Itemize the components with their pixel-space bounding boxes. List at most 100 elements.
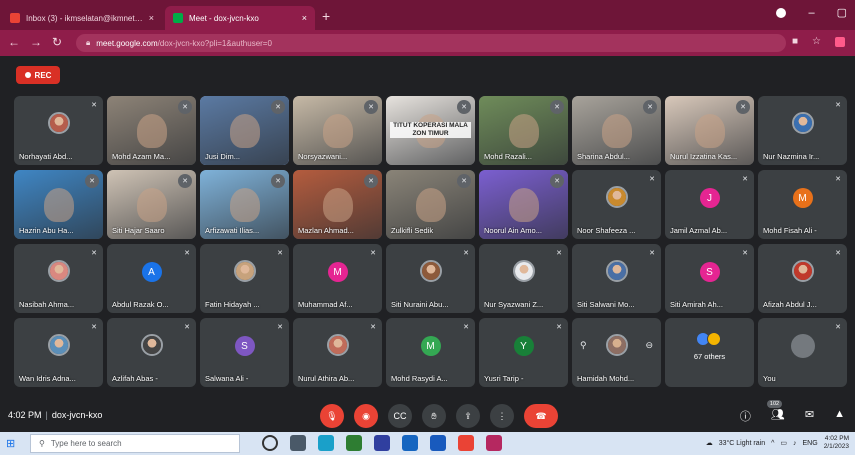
minimize-icon[interactable]: – [808, 7, 814, 19]
people-button[interactable]: 102 👥︎ [766, 400, 785, 424]
participant-tile[interactable]: ⚲ ⊖ Hamidah Mohd... [572, 318, 661, 387]
store-icon[interactable] [374, 435, 390, 451]
close-icon[interactable]: × [302, 13, 307, 23]
mic-muted-icon: ✕ [742, 250, 748, 257]
participant-tile[interactable]: ✕ Noorul Ain Amo... [479, 170, 568, 239]
chrome-icon[interactable] [458, 435, 474, 451]
participant-name: Mohd Fisah Ali - [763, 226, 817, 235]
participant-tile[interactable]: M ✕ Mohd Fisah Ali - [758, 170, 847, 239]
url-field[interactable]: 🔒︎ meet.google.com/dox-jvcn-kxo?pli=1&au… [76, 34, 786, 52]
profile-icon[interactable] [776, 7, 787, 18]
participant-tile[interactable]: J ✕ Jamil Azmal Ab... [665, 170, 754, 239]
record-dot-icon [24, 72, 31, 78]
participant-name: Zulkifli Sedik [391, 226, 434, 235]
mic-muted-icon: ✕ [463, 250, 469, 257]
participant-tile[interactable]: ✕ You [758, 318, 847, 387]
close-icon[interactable]: × [149, 13, 154, 23]
lock-icon: 🔒︎ [86, 38, 91, 47]
participant-tile[interactable]: ✕ Mohd Razali... [479, 96, 568, 165]
pin-icon[interactable]: ⚲ [580, 340, 587, 351]
captions-button[interactable]: CC [388, 404, 412, 428]
edge-icon[interactable] [318, 435, 334, 451]
participant-tile[interactable]: ✕ Nurul Izzatina Kas... [665, 96, 754, 165]
new-tab-button[interactable]: + [322, 8, 330, 24]
star-icon[interactable]: ☆ [812, 36, 821, 47]
participant-tile[interactable]: Y ✕ Yusri Tarip - [479, 318, 568, 387]
participant-tile[interactable]: ✕ Noor Shafeeza ... [572, 170, 661, 239]
participant-tile[interactable]: ✕ Zulkifli Sedik [386, 170, 475, 239]
participant-tile[interactable]: ✕ Norsyazwani... [293, 96, 382, 165]
maximize-icon[interactable]: ▢ [837, 6, 847, 19]
participant-tile[interactable]: ✕ Afizah Abdul J... [758, 244, 847, 313]
mic-muted-icon: ✕ [178, 100, 192, 114]
participant-tile[interactable]: S ✕ Salwana Ali - [200, 318, 289, 387]
participant-tile[interactable]: ✕ Jusi Dim... [200, 96, 289, 165]
search-placeholder: Type here to search [50, 439, 122, 448]
clock[interactable]: 4:02 PM 2/1/2023 [824, 435, 849, 451]
forward-icon[interactable]: → [30, 35, 42, 49]
participant-tile[interactable]: ✕ Siti Nuraini Abu... [386, 244, 475, 313]
language-indicator[interactable]: ENG [803, 440, 818, 447]
participant-tile[interactable]: ✕ Wan Idris Adna... [14, 318, 103, 387]
mic-muted-icon: ✕ [370, 324, 376, 331]
camera-off-button[interactable]: ◉ [354, 404, 378, 428]
participant-tile[interactable]: ✕ Sharina Abdul... [572, 96, 661, 165]
participant-face [43, 188, 74, 222]
leave-call-button[interactable]: ☎︎ [524, 404, 558, 428]
participant-tile[interactable]: ✕ Nurul Athira Ab... [293, 318, 382, 387]
tab-meet[interactable]: Meet - dox-jvcn-kxo × [165, 6, 315, 30]
avatar: J [699, 188, 720, 208]
participant-name: Jusi Dim... [205, 152, 241, 161]
participant-tile[interactable]: ✕ Mohd Azam Ma... [107, 96, 196, 165]
participant-tile[interactable]: 67 others [665, 318, 754, 387]
info-icon[interactable]: ⓘ [740, 408, 751, 424]
extension-icon[interactable] [835, 36, 845, 47]
network-icon[interactable]: ▭ [780, 439, 787, 447]
participant-tile[interactable]: ✕ Fatin Hidayah ... [200, 244, 289, 313]
participant-tile[interactable]: ✕ Siti Salwani Mo... [572, 244, 661, 313]
present-button[interactable]: ⇪ [456, 404, 480, 428]
participant-tile[interactable]: ✕ Hazrin Abu Ha... [14, 170, 103, 239]
reload-icon[interactable]: ↻ [52, 35, 62, 49]
word-icon[interactable] [430, 435, 446, 451]
participant-tile[interactable]: ✕ Siti Hajar Saaro [107, 170, 196, 239]
tab-inbox[interactable]: Inbox (3) - ikmselatan@ikmnet.ed... × [2, 6, 162, 30]
activities-icon[interactable]: ▲ [834, 408, 845, 424]
camera-icon[interactable]: ■ [792, 36, 798, 47]
avatar: M [792, 188, 813, 208]
volume-icon[interactable]: ♪ [793, 440, 797, 447]
chat-icon[interactable]: ✉︎ [805, 408, 814, 424]
more-options-button[interactable]: ⋮ [490, 404, 514, 428]
participant-name: Siti Hajar Saaro [112, 226, 165, 235]
raise-hand-button[interactable]: ✋︎ [422, 404, 446, 428]
cortana-icon[interactable] [262, 435, 278, 451]
back-icon[interactable]: ← [8, 35, 20, 49]
avatar [419, 260, 442, 282]
participant-name: Siti Amirah Ah... [670, 300, 723, 309]
windows-start-icon[interactable]: ⊞ [6, 437, 15, 450]
avatar [512, 260, 535, 282]
participant-tile[interactable]: M ✕ Muhammad Af... [293, 244, 382, 313]
participant-tile[interactable]: TITUT KOPERASI MALA ZON TIMUR ✕ [386, 96, 475, 165]
task-view-icon[interactable] [290, 435, 306, 451]
participant-tile[interactable]: ✕ Arfizawati Ilias... [200, 170, 289, 239]
participant-tile[interactable]: ✕ Nur Nazmina Ir... [758, 96, 847, 165]
chrome-profile-icon[interactable] [486, 435, 502, 451]
chevron-up-icon[interactable]: ^ [771, 440, 774, 447]
participant-tile[interactable]: M ✕ Mohd Rasydi A... [386, 318, 475, 387]
participant-tile[interactable]: ✕ Norhayati Abd... [14, 96, 103, 165]
participant-tile[interactable]: A ✕ Abdul Razak O... [107, 244, 196, 313]
avatar: M [327, 262, 348, 282]
more-icon[interactable]: ⊖ [645, 340, 653, 351]
participant-tile[interactable]: ✕ Mazlan Ahmad... [293, 170, 382, 239]
participant-tile[interactable]: S ✕ Siti Amirah Ah... [665, 244, 754, 313]
mic-off-button[interactable]: 🎙︎ [320, 404, 344, 428]
participant-tile[interactable]: ✕ Nasibah Ahma... [14, 244, 103, 313]
mail-icon[interactable] [402, 435, 418, 451]
taskbar-search[interactable]: ⚲ Type here to search [30, 434, 240, 453]
participant-tile[interactable]: ✕ Azlifah Abas - [107, 318, 196, 387]
mic-muted-icon: ✕ [463, 324, 469, 331]
mic-muted-icon: ✕ [649, 176, 655, 183]
participant-tile[interactable]: ✕ Nur Syazwani Z... [479, 244, 568, 313]
spreadsheet-icon[interactable] [346, 435, 362, 451]
